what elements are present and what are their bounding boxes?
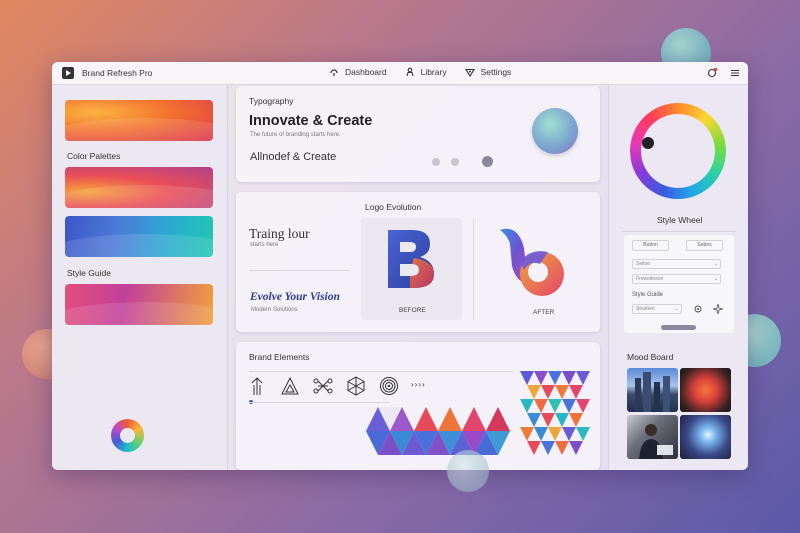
divider [249,371,513,372]
palette-swatch-warm[interactable] [65,100,213,141]
select-field-2[interactable]: Freweitnson ⌄ [632,274,721,284]
palette-swatch-magenta[interactable] [65,284,213,325]
app-title: Brand Refresh Pro [82,68,153,78]
logo-before-card[interactable]: BEFORE [361,218,462,320]
mood-image-city[interactable] [627,368,678,412]
spiral-icon[interactable] [379,376,399,396]
mood-board-heading: Mood Board [627,352,674,362]
after-label: AFTER [533,309,555,316]
style-wheel-heading: Style Wheel [657,215,703,225]
chevron-down-icon: ⌄ [674,306,679,312]
divider [622,231,736,232]
typography-alt-headline: Allnodef & Create [250,151,337,163]
vision-subtitle: Modern Solutions [251,307,298,313]
nav-settings[interactable]: Settings [464,67,512,77]
color-palettes-label: Color Palettes [67,151,121,161]
nav-dashboard-label: Dashboard [345,67,387,77]
typography-tagline: The future of branding starts here. [250,132,341,138]
hexagon-icon[interactable] [347,376,365,396]
logo-before-b-icon [388,230,434,288]
mood-image-person[interactable] [627,415,678,459]
chevrons-icon: ›››› [411,380,426,389]
dashboard-icon [330,69,338,76]
top-nav: Dashboard Library Settings [329,67,511,77]
script-subtitle: starts here [250,242,279,248]
carousel-dot[interactable] [432,158,440,166]
select-field-3-value: Struiben [636,306,655,312]
triangle-pattern-block [520,371,590,455]
library-icon [406,67,414,77]
color-donut-icon [111,419,144,452]
color-wheel-icon[interactable] [629,102,727,200]
left-sidebar: Color Palettes Style Guide [52,85,228,470]
menu-icon[interactable] [730,68,740,78]
nav-settings-label: Settings [480,67,512,77]
chevron-down-icon: ⌄ [713,276,718,282]
app-window: Brand Refresh Pro Dashboard Library Sett… [52,62,748,470]
app-logo-icon [62,67,74,79]
palette-swatch-ocean[interactable] [65,216,213,257]
mood-image-flower[interactable] [680,368,731,412]
sparkle-icon[interactable] [713,304,723,314]
titlebar-actions [707,67,740,78]
triangle-icon[interactable] [281,376,299,396]
slider-track[interactable] [249,402,389,403]
button-sample-2[interactable]: Sebes [686,240,723,251]
divider [249,270,349,271]
style-controls: Button Sebes Seiton ⌄ Freweitnson ⌄ Style … [624,235,734,333]
typography-panel: Typography Innovate & Create The future … [236,86,600,182]
gear-icon[interactable] [693,304,703,314]
mood-image-light[interactable] [680,415,731,459]
typography-headline: Innovate & Create [249,113,373,129]
style-guide-label: Style Guide [67,268,111,278]
carousel-dot[interactable] [451,158,459,166]
brand-elements-heading: Brand Elements [249,352,310,362]
vision-title: Evolve Your Vision [250,291,340,303]
brand-elements-panel: Brand Elements ›››› [236,342,600,470]
notification-icon[interactable] [707,67,718,78]
logo-evolution-panel: Logo Evolution Traing lour starts here E… [236,192,600,332]
select-field-2-value: Freweitnson [636,276,664,282]
decorative-orb [447,450,489,492]
nav-dashboard[interactable]: Dashboard [329,67,387,77]
right-sidebar: Style Wheel Button Sebes Seiton ⌄ Freweit… [608,85,748,470]
gradient-orb [532,108,578,154]
select-field-1-value: Seiton [636,261,651,267]
select-field-3[interactable]: Struiben ⌄ [632,304,682,314]
toggle-slider[interactable] [661,325,696,330]
settings-icon [464,68,475,77]
style-guide-sub-label: Style Guide [632,292,664,298]
network-icon[interactable] [313,377,333,395]
before-label: BEFORE [399,307,426,314]
logo-divider [473,218,474,320]
logo-evolution-heading: Logo Evolution [365,202,422,212]
title-bar: Brand Refresh Pro Dashboard Library Sett… [52,62,748,85]
logo-after-icon[interactable] [494,222,574,302]
select-field-1[interactable]: Seiton ⌄ [632,259,721,269]
carousel-dot-active[interactable] [482,156,493,167]
nav-library-label: Library [420,67,447,77]
button-sample[interactable]: Button [632,240,669,251]
nav-library[interactable]: Library [405,67,447,77]
script-title: Traing lour [249,226,310,241]
palette-swatch-sunset[interactable] [65,167,213,208]
triangle-pattern-strip [366,407,510,455]
typography-heading: Typography [249,96,294,106]
arrow-up-icon[interactable] [249,376,265,396]
chevron-down-icon: ⌄ [713,261,718,267]
